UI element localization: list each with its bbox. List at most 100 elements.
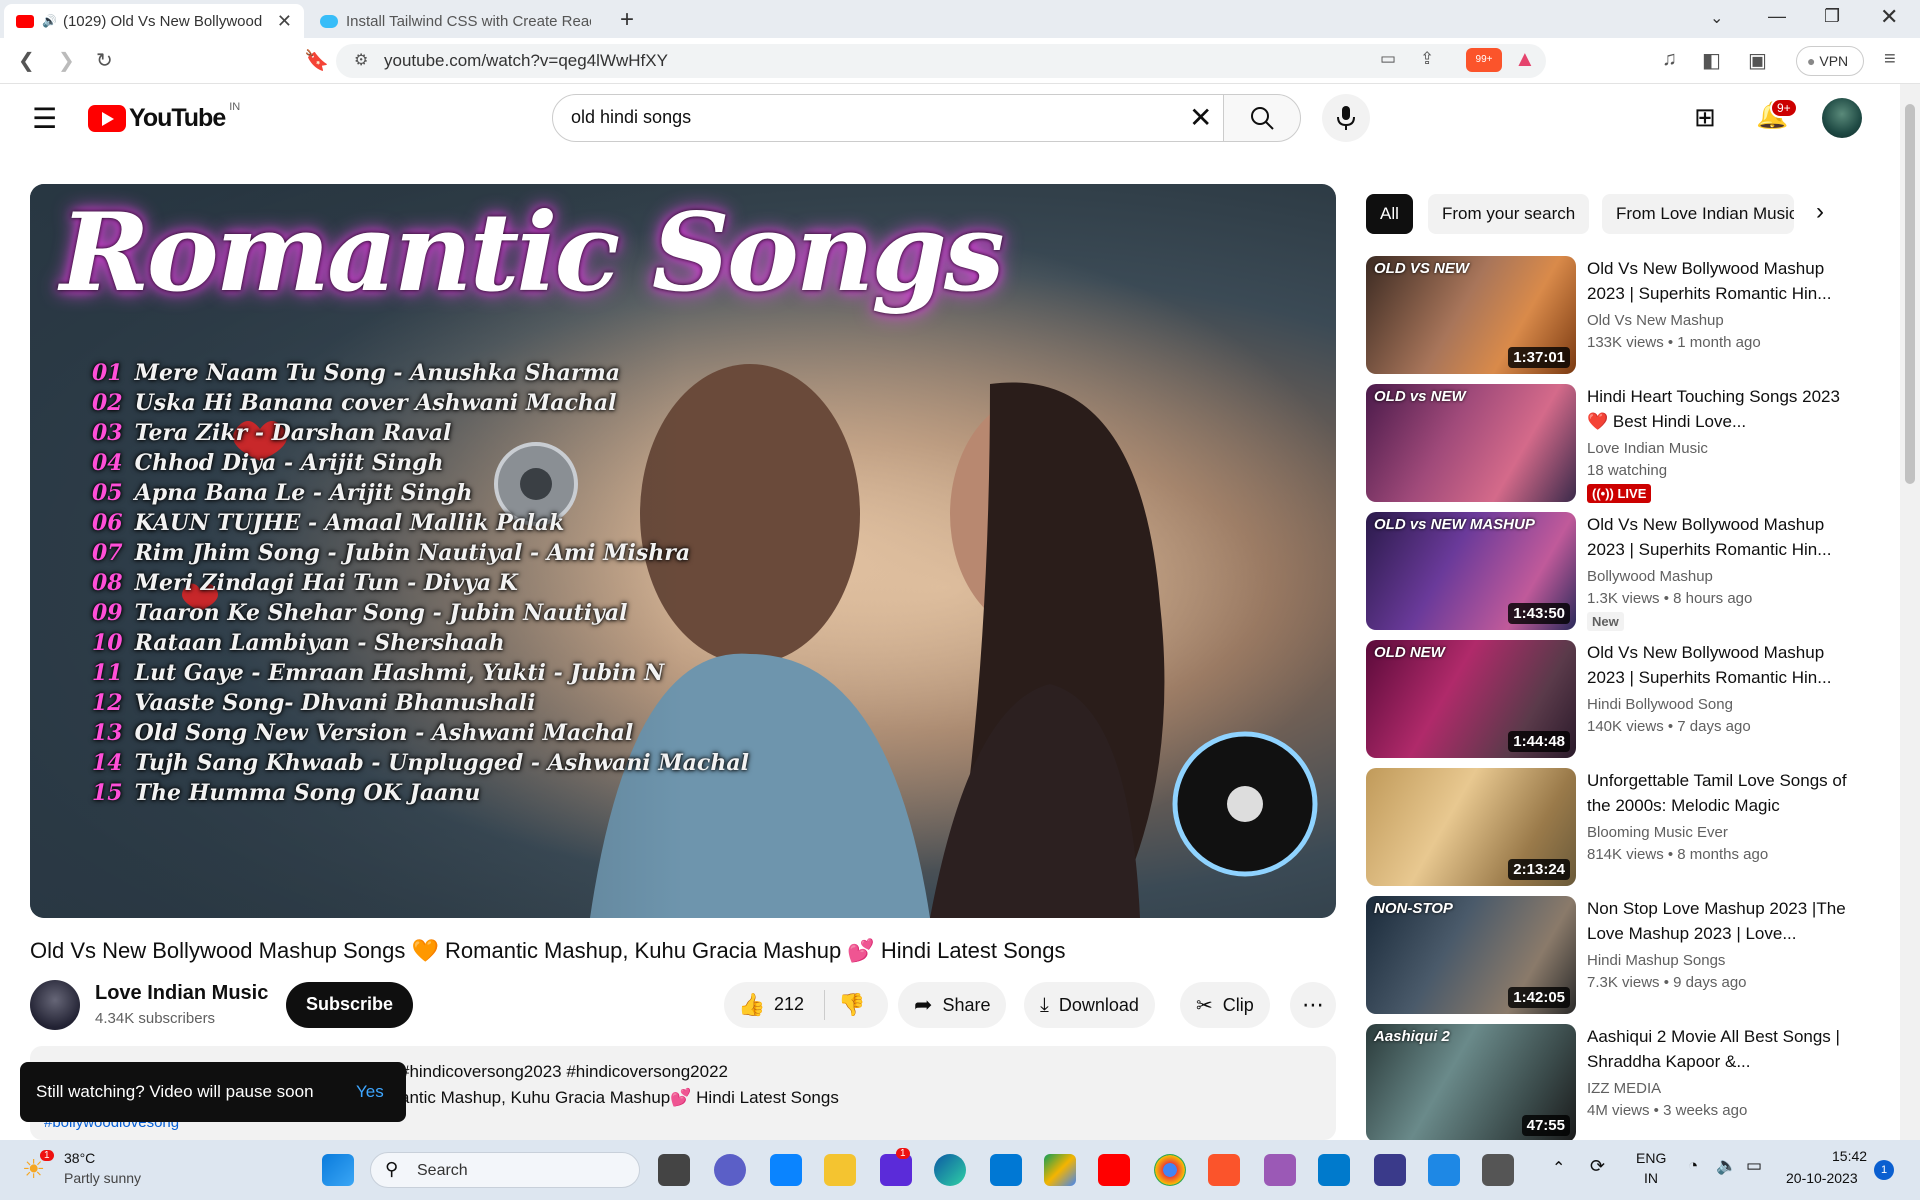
edge-icon[interactable] bbox=[934, 1154, 966, 1186]
chrome-icon[interactable] bbox=[1154, 1154, 1186, 1186]
cast-icon[interactable]: ▭ bbox=[1380, 49, 1396, 69]
notification-center-badge[interactable]: 1 bbox=[1874, 1160, 1894, 1180]
brave-shields-icon[interactable]: 99+ bbox=[1466, 48, 1502, 72]
recommendation-item[interactable]: OLD VS NEW 1:37:01 Old Vs New Bollywood Ma… bbox=[1366, 256, 1886, 374]
tab-tailwind[interactable]: Install Tailwind CSS with Create React bbox=[308, 4, 608, 38]
recommendation-item[interactable]: NON-STOP 1:42:05 Non Stop Love Mashup 2023… bbox=[1366, 896, 1886, 1014]
more-actions-button[interactable]: ⋯ bbox=[1290, 982, 1336, 1028]
recommendation-thumbnail[interactable]: OLD VS NEW 1:37:01 bbox=[1366, 256, 1576, 374]
clock-time[interactable]: 15:42 bbox=[1832, 1148, 1867, 1164]
site-info-icon[interactable]: ⚙ bbox=[354, 50, 368, 70]
language-line1[interactable]: ENG bbox=[1636, 1150, 1666, 1166]
vpn-button[interactable]: ● VPN bbox=[1796, 46, 1864, 76]
search-box[interactable]: ✕ bbox=[552, 94, 1224, 142]
recommendation-channel[interactable]: Bollywood Mashup bbox=[1587, 568, 1713, 585]
brave-rewards-icon[interactable]: ▲ bbox=[1514, 46, 1536, 72]
sync-icon[interactable]: ⟳ bbox=[1590, 1156, 1605, 1177]
video-player[interactable]: Romantic Songs 01 Mere Naam Tu Song - Anu… bbox=[30, 184, 1336, 918]
recommendation-title[interactable]: Non Stop Love Mashup 2023 |The Love Mash… bbox=[1587, 896, 1857, 946]
recommendation-channel[interactable]: IZZ MEDIA bbox=[1587, 1080, 1661, 1097]
copilot-icon[interactable] bbox=[770, 1154, 802, 1186]
file-explorer-icon[interactable] bbox=[824, 1154, 856, 1186]
channel-name[interactable]: Love Indian Music bbox=[95, 982, 268, 1005]
battery-icon[interactable]: ▭ bbox=[1746, 1156, 1762, 1176]
share-page-icon[interactable]: ⇪ bbox=[1420, 49, 1434, 69]
recommendation-channel[interactable]: Blooming Music Ever bbox=[1587, 824, 1728, 841]
recommendation-channel[interactable]: Old Vs New Mashup bbox=[1587, 312, 1724, 329]
like-button[interactable]: 👍 bbox=[738, 992, 765, 1018]
language-line2[interactable]: IN bbox=[1644, 1170, 1658, 1186]
clock-date[interactable]: 20-10-2023 bbox=[1786, 1170, 1858, 1186]
back-icon[interactable]: ❮ bbox=[18, 48, 35, 73]
recommendation-title[interactable]: Old Vs New Bollywood Mashup 2023 | Super… bbox=[1587, 640, 1857, 690]
recommendation-title[interactable]: Old Vs New Bollywood Mashup 2023 | Super… bbox=[1587, 256, 1857, 306]
recommendation-thumbnail[interactable]: Aashiqui 2 47:55 bbox=[1366, 1024, 1576, 1142]
youtube-app-icon[interactable] bbox=[1098, 1154, 1130, 1186]
taskbar-search[interactable]: ⚲ Search bbox=[370, 1152, 640, 1188]
account-avatar[interactable] bbox=[1822, 98, 1862, 138]
google-drive-icon[interactable] bbox=[1044, 1154, 1076, 1186]
recommendation-title[interactable]: Aashiqui 2 Movie All Best Songs | Shradd… bbox=[1587, 1024, 1857, 1074]
chips-next-chevron-icon[interactable]: › bbox=[1816, 198, 1824, 226]
clear-search-icon[interactable]: ✕ bbox=[1189, 101, 1212, 134]
dev-app-icon[interactable] bbox=[880, 1154, 912, 1186]
snipping-tool-icon[interactable] bbox=[1264, 1154, 1296, 1186]
chip-from-channel[interactable]: From Love Indian Music bbox=[1602, 194, 1794, 234]
hamburger-menu-icon[interactable]: ☰ bbox=[32, 102, 57, 135]
recommendation-item[interactable]: OLD NEW 1:44:48 Old Vs New Bollywood Mashu… bbox=[1366, 640, 1886, 758]
wifi-icon[interactable]: ◔ bbox=[1688, 1156, 1698, 1176]
new-tab-icon[interactable]: + bbox=[620, 6, 634, 34]
recommendation-item[interactable]: Aashiqui 2 47:55 Aashiqui 2 Movie All Best… bbox=[1366, 1024, 1886, 1142]
vscode-icon[interactable] bbox=[1318, 1154, 1350, 1186]
teams-chat-icon[interactable] bbox=[714, 1154, 746, 1186]
page-scrollbar[interactable] bbox=[1900, 84, 1920, 1140]
recommendation-channel[interactable]: Hindi Mashup Songs bbox=[1587, 952, 1725, 969]
recommendation-channel[interactable]: Hindi Bollywood Song bbox=[1587, 696, 1733, 713]
recommendation-thumbnail[interactable]: NON-STOP 1:42:05 bbox=[1366, 896, 1576, 1014]
recommendation-thumbnail[interactable]: OLD NEW 1:44:48 bbox=[1366, 640, 1576, 758]
recommendation-item[interactable]: OLD vs NEW MASHUP 1:43:50 Old Vs New Bolly… bbox=[1366, 512, 1886, 631]
scrollbar-thumb[interactable] bbox=[1905, 104, 1915, 484]
browser-menu-icon[interactable]: ≡ bbox=[1884, 48, 1896, 71]
store-icon[interactable] bbox=[990, 1154, 1022, 1186]
bookmark-icon[interactable]: 🔖 bbox=[304, 48, 329, 73]
maximize-icon[interactable]: ❐ bbox=[1824, 6, 1840, 27]
share-button[interactable]: ➦ Share bbox=[898, 982, 1007, 1028]
tab-search-chevron-icon[interactable]: ⌄ bbox=[1710, 8, 1723, 28]
download-button[interactable]: ⤓ Download bbox=[1024, 982, 1155, 1028]
address-bar[interactable]: ⚙ youtube.com/watch?v=qeg4lWwHfXY ▭ ⇪ 99… bbox=[336, 44, 1546, 78]
weather-widget[interactable]: ☀ 1 38°C Partly sunny bbox=[22, 1150, 172, 1194]
recommendation-item[interactable]: 2:13:24 Unforgettable Tamil Love Songs of… bbox=[1366, 768, 1886, 886]
recommendation-thumbnail[interactable]: OLD vs NEW MASHUP 1:43:50 bbox=[1366, 512, 1576, 630]
recommendation-title[interactable]: Old Vs New Bollywood Mashup 2023 | Super… bbox=[1587, 512, 1857, 562]
dislike-button[interactable]: 👎 bbox=[838, 992, 865, 1018]
media-icon[interactable]: ♫ bbox=[1662, 48, 1677, 71]
elephant-app-icon[interactable] bbox=[1482, 1154, 1514, 1186]
subscribe-button[interactable]: Subscribe bbox=[286, 982, 414, 1028]
recommendation-thumbnail[interactable]: 2:13:24 bbox=[1366, 768, 1576, 886]
brave-icon[interactable] bbox=[1208, 1154, 1240, 1186]
notepad-icon[interactable] bbox=[1374, 1154, 1406, 1186]
show-hidden-icons-chevron[interactable]: ⌃ bbox=[1552, 1158, 1565, 1178]
toast-yes-button[interactable]: Yes bbox=[356, 1082, 384, 1102]
search-button[interactable] bbox=[1223, 94, 1301, 142]
reload-icon[interactable]: ↻ bbox=[96, 48, 113, 73]
channel-avatar[interactable] bbox=[30, 980, 80, 1030]
windows-start-icon[interactable] bbox=[322, 1154, 354, 1186]
forward-icon[interactable]: ❯ bbox=[58, 48, 75, 73]
recommendation-title[interactable]: Hindi Heart Touching Songs 2023❤️ Best H… bbox=[1587, 384, 1857, 434]
minimize-icon[interactable]: — bbox=[1768, 6, 1786, 27]
close-window-icon[interactable]: ✕ bbox=[1880, 4, 1898, 30]
speaker-icon[interactable]: 🔊 bbox=[42, 14, 57, 28]
recommendation-title[interactable]: Unforgettable Tamil Love Songs of the 20… bbox=[1587, 768, 1857, 818]
create-video-icon[interactable]: ⊞ bbox=[1694, 102, 1716, 133]
youtube-logo[interactable]: YouTube IN bbox=[88, 101, 240, 133]
task-view-icon[interactable] bbox=[658, 1154, 690, 1186]
sidebar-icon[interactable]: ◧ bbox=[1702, 48, 1721, 73]
search-input[interactable] bbox=[571, 107, 1131, 128]
tab-youtube[interactable]: 🔊 (1029) Old Vs New Bollywood ✕ bbox=[4, 4, 304, 38]
voice-search-button[interactable] bbox=[1322, 94, 1370, 142]
wallet-icon[interactable]: ▣ bbox=[1748, 48, 1767, 73]
recommendation-thumbnail[interactable]: OLD vs NEW bbox=[1366, 384, 1576, 502]
chip-from-your-search[interactable]: From your search bbox=[1428, 194, 1590, 234]
